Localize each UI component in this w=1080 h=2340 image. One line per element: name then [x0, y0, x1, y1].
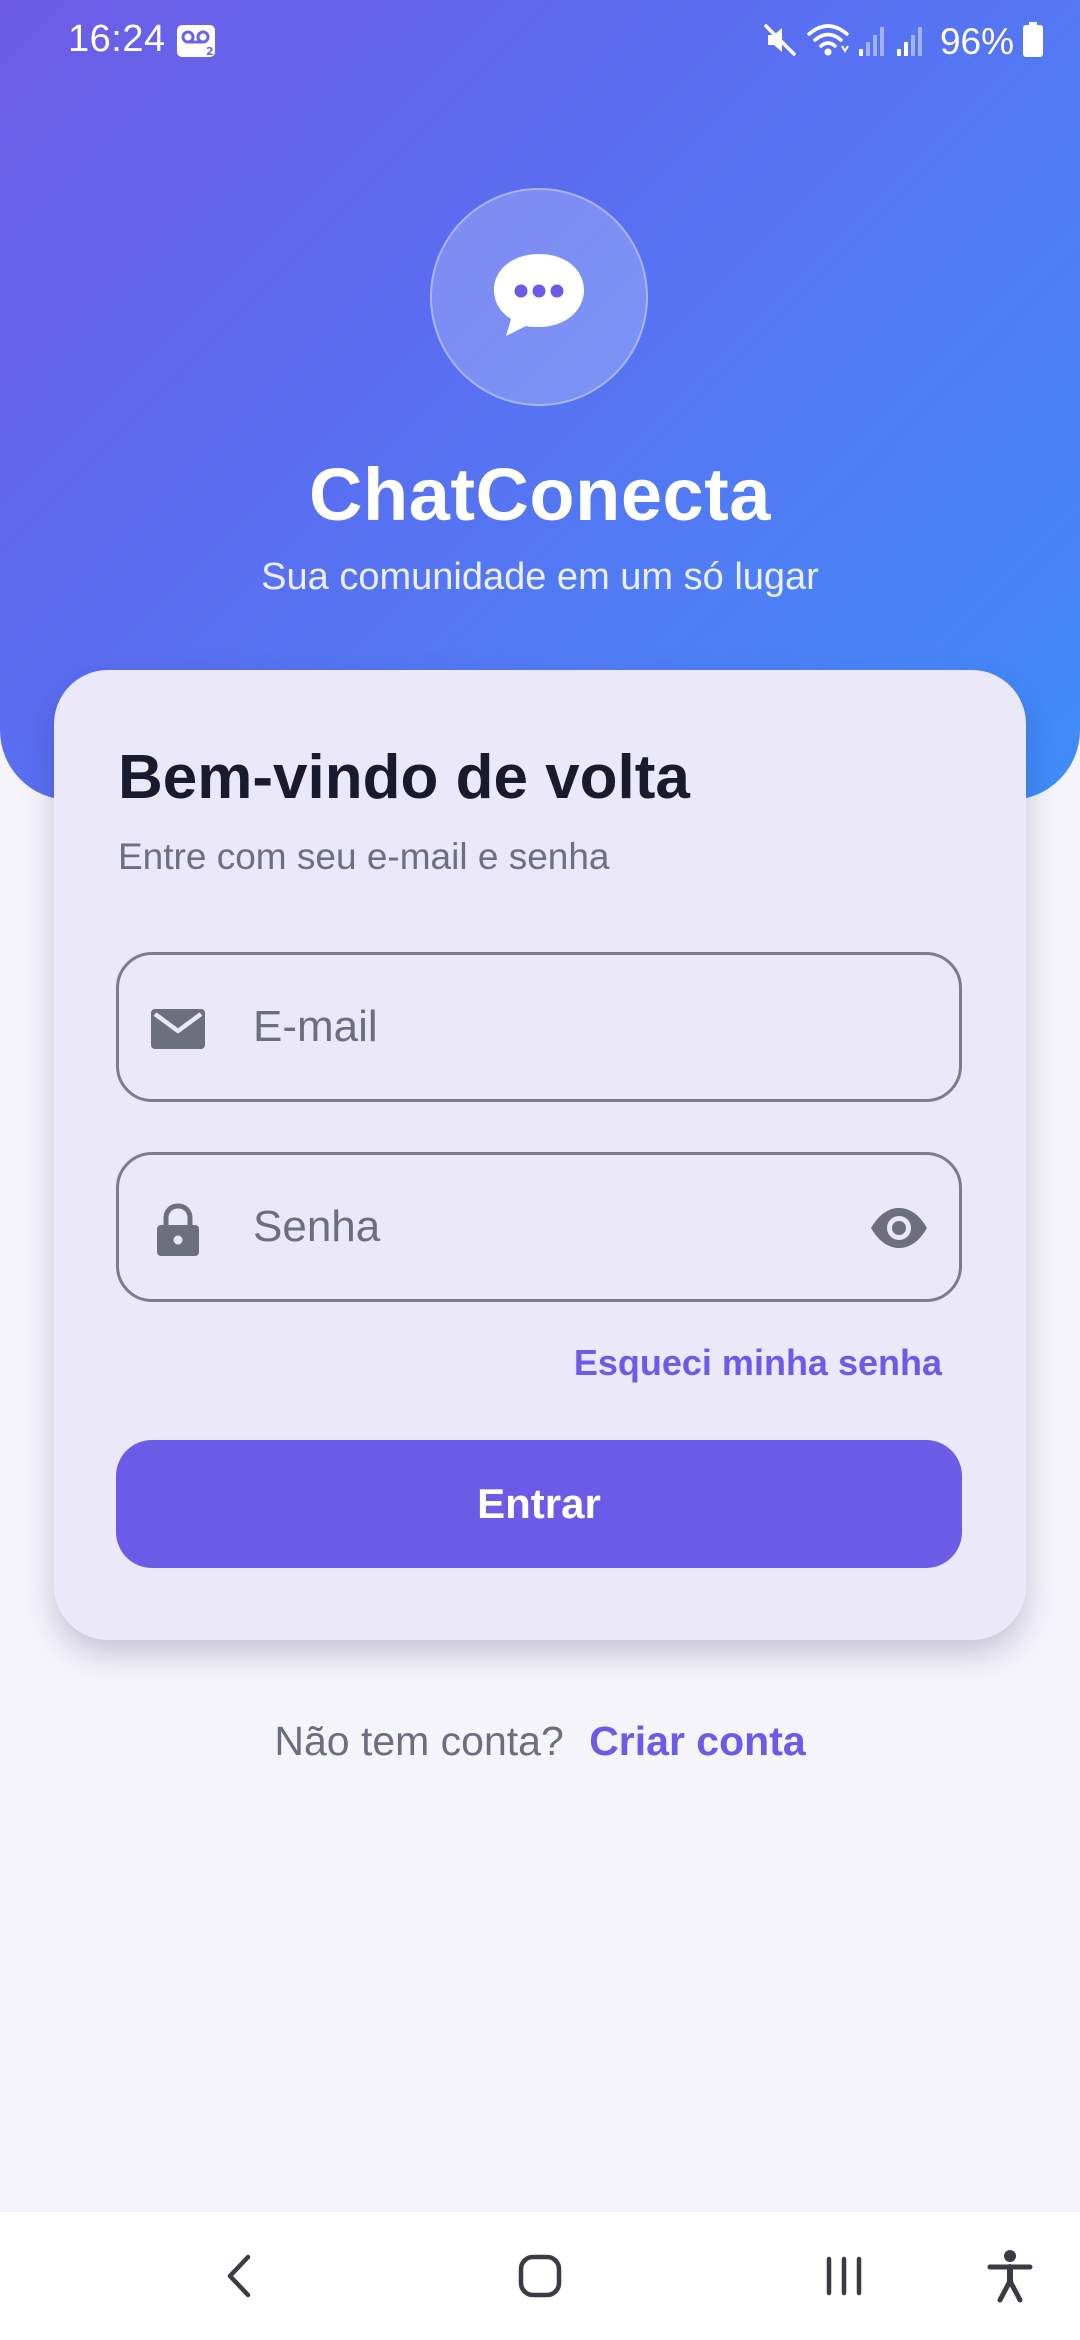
status-indicators: 96% [762, 18, 1044, 66]
signal-icon [896, 23, 926, 62]
battery-percent: 96% [939, 21, 1014, 62]
recents-icon[interactable] [794, 2212, 894, 2340]
navigation-bar [0, 2212, 1080, 2340]
status-bar: 16:24 2 96% [0, 0, 1080, 84]
svg-text:2: 2 [206, 45, 214, 58]
signup-prompt: Não tem conta? [274, 1718, 564, 1764]
app-title: ChatConecta [309, 453, 771, 536]
battery-icon [1022, 21, 1044, 63]
login-card: Bem-vindo de volta Entre com seu e-mail … [54, 670, 1026, 1640]
password-input[interactable] [253, 1155, 813, 1299]
home-icon[interactable] [490, 2212, 590, 2340]
wifi-icon [806, 22, 850, 63]
email-input[interactable] [253, 955, 813, 1099]
status-time: 16:24 [68, 18, 166, 60]
lock-icon [149, 1200, 207, 1258]
create-account-link[interactable]: Criar conta [589, 1718, 805, 1764]
accessibility-icon[interactable] [960, 2212, 1060, 2340]
card-subtitle: Entre com seu e-mail e senha [118, 836, 610, 877]
password-field[interactable] [116, 1152, 962, 1302]
login-button[interactable]: Entrar [116, 1440, 962, 1568]
email-field[interactable] [116, 952, 962, 1102]
card-title: Bem-vindo de volta [118, 743, 690, 812]
mute-icon [762, 22, 798, 63]
signal-icon [858, 23, 888, 62]
chat-bubble-icon [484, 240, 594, 355]
signup-row: Não tem conta? Criar conta [0, 1718, 1080, 1765]
app-logo [430, 188, 648, 406]
voicemail-icon: 2 [176, 24, 216, 58]
back-icon[interactable] [188, 2212, 288, 2340]
app-tagline: Sua comunidade em um só lugar [261, 556, 819, 598]
eye-icon[interactable] [869, 1200, 929, 1256]
mail-icon [149, 1000, 207, 1058]
forgot-password-link[interactable]: Esqueci minha senha [574, 1342, 942, 1384]
